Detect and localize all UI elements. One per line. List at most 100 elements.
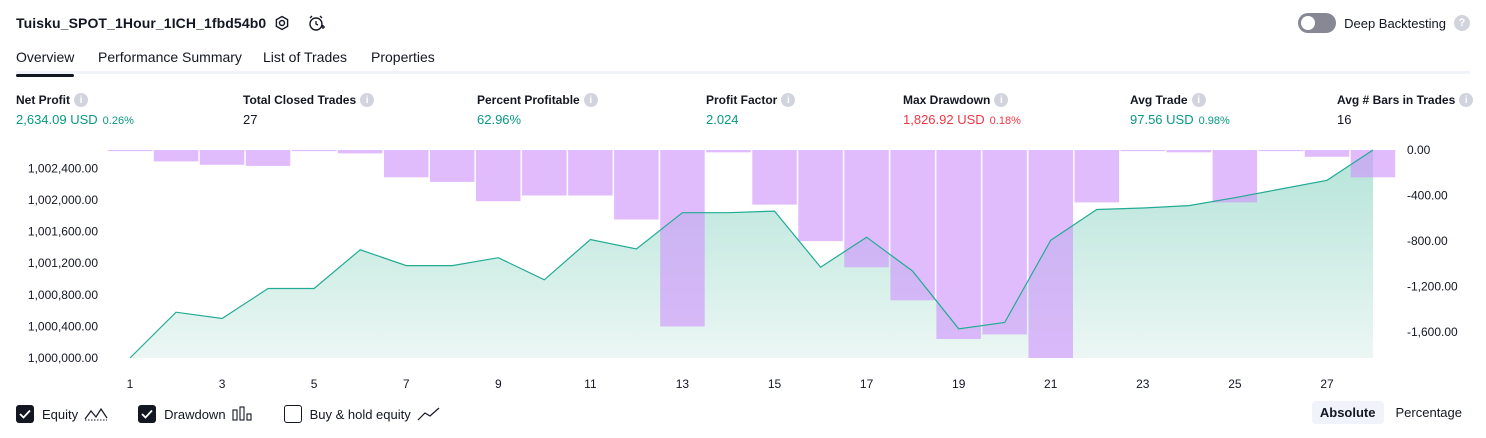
legend-equity-label: Equity (42, 406, 79, 422)
metric-value-text: 62.96% (477, 112, 522, 127)
legend-equity[interactable]: Equity (16, 405, 108, 423)
drawdown-bar[interactable] (614, 150, 659, 220)
metric-label-text: Profit Factor (706, 93, 778, 107)
x-axis-tick-label: 27 (1320, 377, 1334, 391)
legend-buy-hold[interactable]: Buy & hold equity (283, 405, 441, 423)
help-icon[interactable]: ? (1454, 15, 1470, 31)
metric-label: Avg # Bars in Trades i (1337, 93, 1474, 107)
info-icon[interactable]: i (1459, 93, 1474, 107)
info-icon[interactable]: i (994, 93, 1009, 107)
drawdown-bar[interactable] (1074, 150, 1120, 203)
drawdown-bar[interactable] (1166, 150, 1212, 153)
x-axis-tick-label: 23 (1136, 377, 1150, 391)
x-axis-tick-label: 13 (676, 377, 690, 391)
metric-value: 1,826.92 USD 0.18% (903, 112, 1021, 127)
metric-value-text: 97.56 USD (1130, 112, 1194, 127)
info-icon[interactable]: i (74, 93, 88, 107)
tab-properties[interactable]: Properties (371, 49, 435, 74)
x-axis-tick-label: 9 (495, 377, 502, 391)
metric-value-text: 1,826.92 USD (903, 112, 985, 127)
absolute-button[interactable]: Absolute (1311, 401, 1384, 424)
metric-label: Net Profit i (16, 93, 134, 107)
metric-value: 97.56 USD 0.98% (1130, 112, 1230, 127)
drawdown-bar[interactable] (798, 150, 843, 242)
metric-value: 2,634.09 USD 0.26% (16, 112, 134, 127)
equity-area (130, 150, 1373, 358)
info-icon[interactable]: i (1191, 93, 1206, 107)
x-axis-tick-label: 15 (768, 377, 782, 391)
chart-legend: Equity Drawdown Buy & hold equity (16, 403, 471, 425)
toggle-knob (1301, 16, 1316, 30)
drawdown-bar[interactable] (430, 150, 475, 182)
drawdown-bar[interactable] (568, 150, 613, 196)
equity-drawdown-chart[interactable]: 1,000,000.00 1,000,400.00 1,000,800.00 1,00… (0, 138, 1486, 396)
left-axis-tick-label: 1,001,600.00 (28, 225, 98, 239)
left-axis-tick-label: 1,002,000.00 (28, 193, 98, 207)
drawdown-bars-icon (232, 406, 252, 421)
left-axis-tick-label: 1,000,400.00 (28, 319, 98, 333)
drawdown-checkbox[interactable] (138, 405, 157, 423)
info-icon[interactable]: i (360, 93, 375, 107)
metric-label-text: Max Drawdown (903, 93, 991, 107)
drawdown-bar[interactable] (1350, 150, 1396, 178)
right-axis-tick-label: 0.00 (1407, 143, 1431, 157)
report-header: Tuisku_SPOT_1Hour_1ICH_1fbd54b0 Deep Bac… (0, 0, 1486, 46)
metric-label: Total Closed Trades i (243, 93, 375, 107)
metric-value: 27 (243, 112, 374, 127)
legend-drawdown[interactable]: Drawdown (138, 405, 253, 423)
metric-card: Avg Trade i 97.56 USD 0.98% (1130, 93, 1230, 127)
metric-label: Avg Trade i (1130, 93, 1230, 107)
drawdown-bar[interactable] (337, 150, 383, 154)
buy-hold-checkbox[interactable] (283, 405, 302, 423)
info-icon[interactable]: i (781, 93, 796, 107)
drawdown-bar[interactable] (844, 150, 889, 268)
alert-add-icon[interactable] (306, 13, 326, 33)
drawdown-bar[interactable] (1258, 150, 1304, 152)
percentage-button[interactable]: Percentage (1388, 401, 1471, 424)
drawdown-bar[interactable] (1120, 150, 1166, 152)
deep-backtesting-control: Deep Backtesting ? (1298, 13, 1470, 33)
drawdown-bar[interactable] (890, 150, 935, 301)
x-axis-tick-label: 17 (860, 377, 874, 391)
drawdown-bar[interactable] (199, 150, 245, 165)
legend-drawdown-label: Drawdown (164, 406, 226, 422)
tab-list-of-trades[interactable]: List of Trades (263, 49, 347, 74)
tab-overview[interactable]: Overview (16, 49, 75, 77)
deep-backtesting-label: Deep Backtesting (1344, 15, 1446, 31)
drawdown-bar[interactable] (522, 150, 567, 196)
metric-percent: 0.98% (1198, 115, 1230, 127)
x-axis-tick-label: 5 (311, 377, 318, 391)
drawdown-bar[interactable] (108, 150, 153, 152)
drawdown-bar[interactable] (982, 150, 1027, 335)
metric-label: Percent Profitable i (477, 93, 598, 107)
left-axis-tick-label: 1,002,400.00 (28, 162, 98, 176)
metric-label: Profit Factor i (706, 93, 796, 107)
drawdown-bar[interactable] (706, 150, 751, 153)
drawdown-bar[interactable] (1028, 150, 1074, 358)
metric-label: Max Drawdown i (903, 93, 1021, 107)
equity-checkbox[interactable] (16, 405, 34, 423)
drawdown-bar[interactable] (291, 150, 337, 152)
drawdown-bar[interactable] (245, 150, 291, 166)
drawdown-bar[interactable] (153, 150, 199, 162)
equity-line-icon (84, 407, 108, 421)
strategy-title: Tuisku_SPOT_1Hour_1ICH_1fbd54b0 (16, 15, 267, 31)
drawdown-bar[interactable] (1304, 150, 1350, 157)
metric-label-text: Percent Profitable (477, 93, 580, 107)
drawdown-bar[interactable] (660, 150, 705, 327)
drawdown-bar[interactable] (384, 150, 429, 178)
drawdown-bar[interactable] (476, 150, 521, 202)
x-axis-tick-label: 19 (952, 377, 966, 391)
metric-card: Net Profit i 2,634.09 USD 0.26% (16, 93, 134, 127)
deep-backtesting-toggle[interactable] (1298, 13, 1337, 33)
left-axis-tick-label: 1,000,800.00 (28, 288, 98, 302)
x-axis-tick-label: 21 (1044, 377, 1058, 391)
drawdown-bar[interactable] (936, 150, 981, 339)
x-axis-tick-label: 11 (584, 377, 597, 391)
x-axis-tick-label: 3 (219, 377, 226, 391)
info-icon[interactable]: i (583, 93, 598, 107)
settings-icon[interactable] (272, 13, 292, 33)
drawdown-bar[interactable] (752, 150, 797, 205)
metric-percent: 0.26% (102, 115, 134, 127)
tab-performance-summary[interactable]: Performance Summary (98, 49, 242, 74)
